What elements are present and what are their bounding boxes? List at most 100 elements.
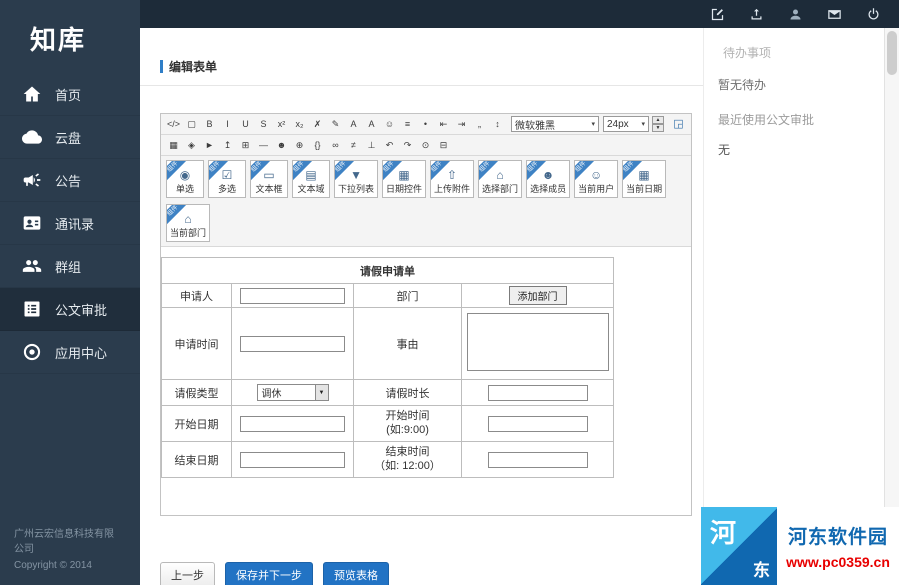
leave-type-select[interactable]: 调休 ▼ [257, 384, 329, 401]
current-department-component[interactable]: 组件 ⌂ 当前部门 [166, 204, 210, 242]
flash-icon[interactable]: ◈ [183, 137, 200, 154]
format-paint-icon[interactable]: ✎ [327, 116, 344, 133]
sidebar-item-label: 云盘 [55, 128, 81, 147]
unordered-list-icon[interactable]: • [417, 116, 434, 133]
line-height-icon[interactable]: ↕ [489, 116, 506, 133]
sidebar-item-label: 首页 [55, 85, 81, 104]
apply-time-input[interactable] [240, 336, 345, 352]
emoticon-icon[interactable]: ☻ [273, 137, 290, 154]
sidebar-item-cloud-disk[interactable]: 云盘 [0, 116, 140, 159]
media-icon[interactable]: ► [201, 137, 218, 154]
sidebar-item-announcements[interactable]: 公告 [0, 159, 140, 202]
source-code-icon[interactable]: </> [165, 116, 182, 133]
applicant-input[interactable] [240, 288, 345, 304]
textarea-component[interactable]: 组件 ▤ 文本域 [292, 160, 330, 198]
map-icon[interactable]: ⊕ [291, 137, 308, 154]
ordered-list-icon[interactable]: ≡ [399, 116, 416, 133]
attachment-icon[interactable]: ↥ [219, 137, 236, 154]
compose-icon[interactable] [710, 7, 725, 22]
component-label: 文本框 [255, 182, 282, 195]
checkbox-component[interactable]: 组件 ☑ 多选 [208, 160, 246, 198]
reason-textarea[interactable] [467, 313, 609, 371]
emoji-icon[interactable]: ☺ [381, 116, 398, 133]
right-panel: 待办事项 暂无待办 最近使用公文审批 无 [703, 28, 884, 585]
component-label: 当前日期 [626, 182, 662, 195]
code-icon[interactable]: {} [309, 137, 326, 154]
leave-form-table: 请假申请单 申请人 部门 添加部门 申请时间 事由 请假类型 [161, 257, 614, 478]
save-and-next-button[interactable]: 保存并下一步 [225, 562, 313, 585]
sidebar-item-document-approval[interactable]: 公文审批 [0, 288, 140, 331]
watermark-logo-char-1: 河 [710, 513, 736, 550]
current-user-component[interactable]: 组件 ☺ 当前用户 [574, 160, 618, 198]
user-icon[interactable] [788, 7, 803, 22]
app-center-icon [22, 342, 42, 362]
select-member-component[interactable]: 组件 ☻ 选择成员 [526, 160, 570, 198]
start-time-input[interactable] [488, 416, 588, 432]
stepper-down-icon[interactable]: ▼ [652, 124, 664, 132]
fullscreen-icon[interactable]: ◲ [670, 116, 687, 133]
blockquote-icon[interactable]: „ [471, 116, 488, 133]
upload-component[interactable]: 组件 ⇧ 上传附件 [430, 160, 474, 198]
vertical-scrollbar[interactable] [884, 28, 899, 585]
company-name-line2: 公司 [14, 542, 114, 558]
select-department-component[interactable]: 组件 ⌂ 选择部门 [478, 160, 522, 198]
unlink-icon[interactable]: ≠ [345, 137, 362, 154]
highlight-color-icon[interactable]: A [363, 116, 380, 133]
company-name-line1: 广州云宏信息科技有限 [14, 527, 114, 543]
start-date-input[interactable] [240, 416, 345, 432]
power-icon[interactable] [866, 7, 881, 22]
anchor-icon[interactable]: ⊥ [363, 137, 380, 154]
textbox-component[interactable]: 组件 ▭ 文本框 [250, 160, 288, 198]
remove-format-icon[interactable]: ✗ [309, 116, 326, 133]
link-icon[interactable]: ∞ [327, 137, 344, 154]
leave-duration-input[interactable] [488, 385, 588, 401]
stepper-up-icon[interactable]: ▲ [652, 116, 664, 124]
subscript-icon[interactable]: x₂ [291, 116, 308, 133]
copyright: Copyright © 2014 [14, 558, 114, 574]
horizontal-rule-icon[interactable]: ― [255, 137, 272, 154]
add-department-button[interactable]: 添加部门 [509, 286, 567, 305]
font-size-stepper[interactable]: ▲ ▼ [652, 116, 664, 132]
table-icon[interactable]: ⊞ [237, 137, 254, 154]
font-family-select[interactable]: 微软雅黑 ▾ [511, 116, 599, 132]
sidebar-item-home[interactable]: 首页 [0, 73, 140, 116]
upload-icon[interactable] [749, 7, 764, 22]
watermark-site-name: 河东软件园 [788, 522, 888, 549]
search-icon[interactable]: ⊙ [417, 137, 434, 154]
undo-icon[interactable]: ↶ [381, 137, 398, 154]
redo-icon[interactable]: ↷ [399, 137, 416, 154]
radio-component[interactable]: 组件 ◉ 单选 [166, 160, 204, 198]
strikethrough-icon[interactable]: S [255, 116, 272, 133]
image-icon[interactable]: ▦ [165, 137, 182, 154]
indent-icon[interactable]: ⇥ [453, 116, 470, 133]
mail-icon[interactable] [827, 7, 842, 22]
end-date-input[interactable] [240, 452, 345, 468]
font-size-select[interactable]: 24px ▾ [603, 116, 649, 132]
outdent-icon[interactable]: ⇤ [435, 116, 452, 133]
previous-step-button[interactable]: 上一步 [160, 562, 215, 585]
print-icon[interactable]: ⊟ [435, 137, 452, 154]
component-label: 选择成员 [530, 182, 566, 195]
date-component[interactable]: 组件 ▦ 日期控件 [382, 160, 426, 198]
scrollbar-thumb[interactable] [887, 31, 897, 75]
editor-toolbar-row-2: ▦ ◈ ► ↥ ⊞ ― ☻ ⊕ {} ∞ [161, 135, 691, 156]
leave-type-label: 请假类型 [162, 380, 232, 406]
text-color-icon[interactable]: A [345, 116, 362, 133]
end-time-input[interactable] [488, 452, 588, 468]
bold-icon[interactable]: B [201, 116, 218, 133]
sidebar-item-contacts[interactable]: 通讯录 [0, 202, 140, 245]
applicant-label: 申请人 [162, 284, 232, 308]
page-title: 编辑表单 [169, 58, 217, 75]
sidebar-item-app-center[interactable]: 应用中心 [0, 331, 140, 374]
sidebar-item-groups[interactable]: 群组 [0, 245, 140, 288]
preview-form-button[interactable]: 预览表格 [323, 562, 389, 585]
editor-canvas[interactable]: 请假申请单 申请人 部门 添加部门 申请时间 事由 请假类型 [161, 247, 691, 515]
underline-icon[interactable]: U [237, 116, 254, 133]
dropdown-component[interactable]: 组件 ▼ 下拉列表 [334, 160, 378, 198]
chevron-down-icon: ▾ [591, 120, 595, 128]
select-arrow-icon: ▼ [315, 385, 328, 400]
document-icon[interactable]: ▢ [183, 116, 200, 133]
current-date-component[interactable]: 组件 ▦ 当前日期 [622, 160, 666, 198]
italic-icon[interactable]: I [219, 116, 236, 133]
superscript-icon[interactable]: x² [273, 116, 290, 133]
